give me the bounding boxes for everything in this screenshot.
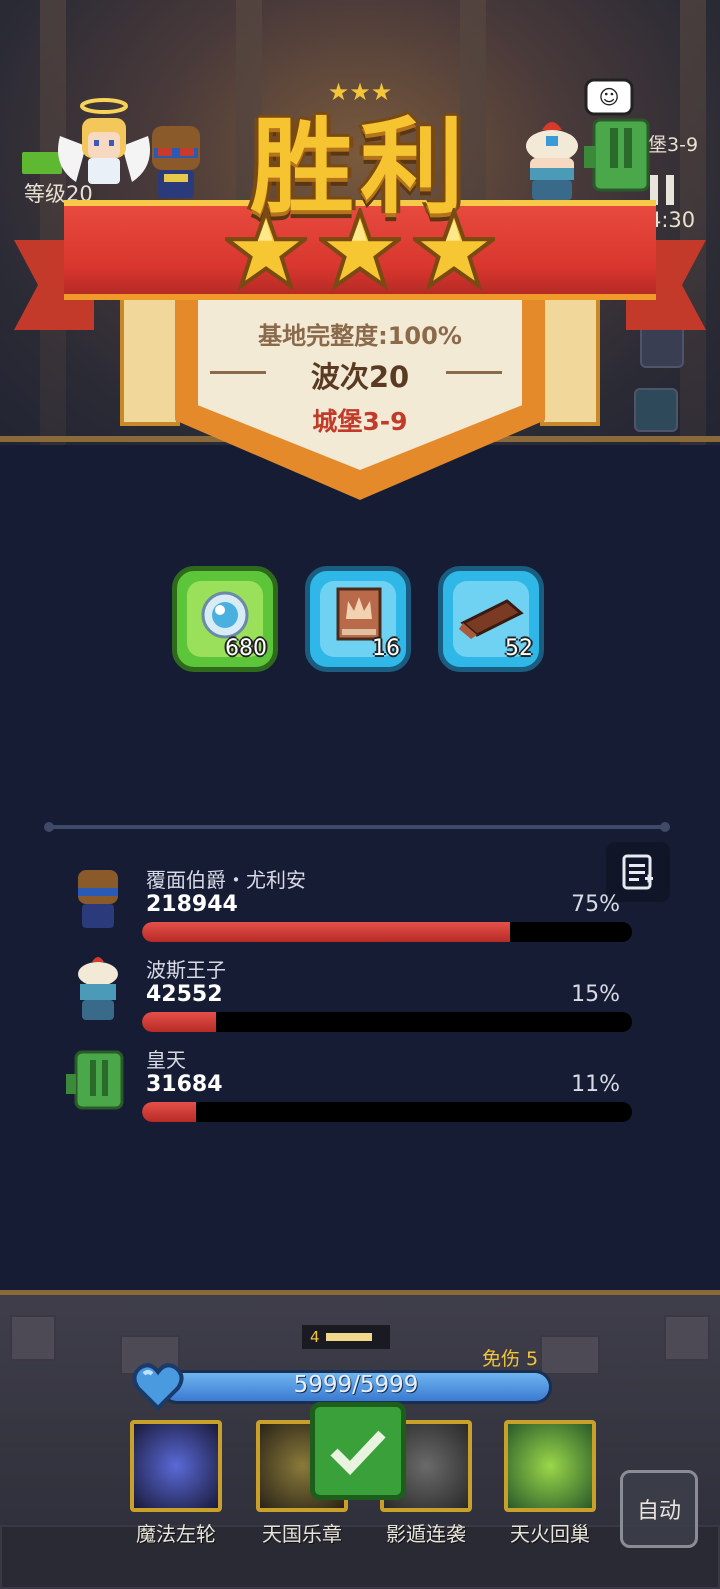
damage-percent: 11% xyxy=(571,1072,620,1097)
hero-name: 覆面伯爵・尤利安 xyxy=(146,868,306,892)
star-icon xyxy=(225,208,307,290)
base-hp-text: 5999/5999 xyxy=(293,1372,419,1398)
damage-percent: 15% xyxy=(571,982,620,1007)
damage-bar xyxy=(142,1012,632,1032)
stage-name: 城堡3-9 xyxy=(312,407,408,436)
damage-percent: 75% xyxy=(571,892,620,917)
menu-icon[interactable] xyxy=(640,324,684,368)
auto-button[interactable]: 自动 xyxy=(620,1470,698,1548)
star-icon xyxy=(319,208,401,290)
damage-value: 42552 xyxy=(146,982,223,1007)
wood-log-icon xyxy=(459,599,524,639)
svg-text:☺: ☺ xyxy=(599,85,620,109)
boss-icon[interactable] xyxy=(634,388,678,432)
wave-count: 波次20 xyxy=(310,360,410,394)
star-rating xyxy=(225,208,495,290)
skill-slot[interactable] xyxy=(504,1420,596,1512)
star-icon xyxy=(413,208,495,290)
tower-level: 4 xyxy=(302,1325,390,1349)
reward-count: 680 xyxy=(225,636,267,661)
gem-orb-icon xyxy=(201,591,249,639)
hero-avatar xyxy=(66,1050,124,1110)
skill-label: 天火回巢 xyxy=(510,1522,590,1546)
damage-value: 31684 xyxy=(146,1072,223,1097)
damage-reduction: 免伤 5 xyxy=(482,1348,539,1370)
damage-row: 覆面伯爵・尤利安 218944 75% xyxy=(0,864,720,954)
damage-bar xyxy=(142,1102,632,1122)
section-divider xyxy=(50,825,666,829)
masked-count-character xyxy=(152,126,200,198)
skill-label: 魔法左轮 xyxy=(136,1522,216,1546)
tower-level-number: 4 xyxy=(310,1328,320,1346)
damage-value: 218944 xyxy=(146,892,238,917)
hero-avatar xyxy=(78,870,118,928)
pillar-decoration xyxy=(40,0,66,445)
banner-side-right xyxy=(540,296,600,426)
divider-dot xyxy=(660,822,670,832)
reward-item[interactable]: 680 xyxy=(172,566,278,672)
base-integrity: 基地完整度:100% xyxy=(258,322,462,350)
skill-label: 影遁连袭 xyxy=(386,1522,466,1546)
skill-slot[interactable] xyxy=(130,1420,222,1512)
confirm-button[interactable] xyxy=(310,1402,406,1500)
hero-name: 皇天 xyxy=(146,1048,186,1072)
hero-avatar xyxy=(78,957,118,1020)
reward-count: 16 xyxy=(372,636,400,661)
reward-item[interactable]: 16 xyxy=(305,566,411,672)
reward-count: 52 xyxy=(505,636,533,661)
banner-side-left xyxy=(120,296,180,426)
heart-icon xyxy=(132,1363,184,1411)
checkmark-icon xyxy=(330,1430,386,1476)
damage-row: 皇天 31684 11% xyxy=(0,1044,720,1134)
damage-bar xyxy=(142,922,632,942)
reward-item[interactable]: 52 xyxy=(438,566,544,672)
hero-name: 波斯王子 xyxy=(146,958,226,982)
angel-character xyxy=(58,98,150,184)
green-totem-character: ☺ xyxy=(584,78,650,192)
skill-label: 天国乐章 xyxy=(262,1522,342,1546)
damage-row: 波斯王子 42552 15% xyxy=(0,954,720,1044)
